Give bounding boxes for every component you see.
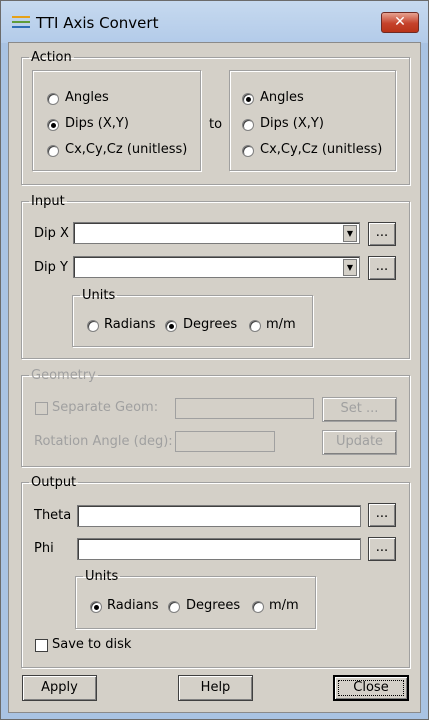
set-button[interactable]: Set ... [322,397,397,422]
save-to-disk-label[interactable]: Save to disk [52,637,131,652]
dip-x-browse-button[interactable]: ... [368,222,396,246]
input-degrees-radio[interactable] [165,320,177,332]
phi-field[interactable] [77,538,361,560]
dip-y-browse-button[interactable]: ... [368,256,396,280]
to-label: to [209,117,223,132]
input-radians-radio[interactable] [87,320,99,332]
geometry-legend: Geometry [31,368,96,383]
output-mm-radio[interactable] [252,601,264,613]
window-title: TTI Axis Convert [36,14,159,32]
separate-geom-field[interactable] [175,398,314,419]
help-button[interactable]: Help [178,675,253,701]
dip-y-label: Dip Y [34,260,68,275]
theta-browse-button[interactable]: ... [368,503,396,527]
dip-x-combobox[interactable]: ▼ [73,222,360,244]
output-radians-label[interactable]: Radians [107,598,159,613]
chevron-down-icon[interactable]: ▼ [343,259,357,276]
input-units-legend: Units [82,288,116,303]
output-mm-label[interactable]: m/m [269,598,299,613]
phi-browse-button[interactable]: ... [368,537,396,561]
output-legend: Output [31,475,77,490]
theta-label: Theta [34,508,72,523]
title-bar[interactable]: TTI Axis Convert ✕ [1,1,428,43]
rotation-angle-field[interactable] [175,431,275,452]
output-radians-radio[interactable] [90,601,102,613]
rotation-angle-label: Rotation Angle (deg): [34,434,173,449]
to-angles-label[interactable]: Angles [260,90,304,105]
separate-geom-checkbox[interactable] [35,402,48,415]
action-legend: Action [31,50,72,65]
from-dips-radio[interactable] [47,119,59,131]
to-dips-label[interactable]: Dips (X,Y) [260,116,324,131]
output-degrees-radio[interactable] [168,601,180,613]
from-angles-label[interactable]: Angles [65,90,109,105]
chevron-down-icon[interactable]: ▼ [343,225,357,242]
app-icon [12,16,30,28]
from-cxcycz-label[interactable]: Cx,Cy,Cz (unitless) [65,142,187,157]
phi-label: Phi [34,541,54,556]
input-radians-label[interactable]: Radians [104,317,156,332]
from-angles-radio[interactable] [47,93,59,105]
separate-geom-label[interactable]: Separate Geom: [52,400,158,415]
input-degrees-label[interactable]: Degrees [183,317,237,332]
input-mm-radio[interactable] [249,320,261,332]
save-to-disk-checkbox[interactable] [35,639,48,652]
to-dips-radio[interactable] [242,119,254,131]
update-button[interactable]: Update [322,430,397,455]
apply-button[interactable]: Apply [22,675,97,701]
from-dips-label[interactable]: Dips (X,Y) [65,116,129,131]
close-button[interactable]: Close [333,675,409,701]
to-angles-radio[interactable] [242,93,254,105]
focus-rect [338,680,404,696]
to-cxcycz-label[interactable]: Cx,Cy,Cz (unitless) [260,142,382,157]
dip-y-combobox[interactable]: ▼ [73,256,360,278]
close-icon: ✕ [394,14,406,30]
input-legend: Input [31,194,65,209]
from-cxcycz-radio[interactable] [47,145,59,157]
dialog-window: TTI Axis Convert ✕ Action Angles Dips (X… [0,0,429,720]
input-mm-label[interactable]: m/m [266,317,296,332]
output-units-legend: Units [85,569,119,584]
dialog-client: Action Angles Dips (X,Y) Cx,Cy,Cz (unitl… [8,42,421,713]
dip-x-label: Dip X [34,226,69,241]
to-cxcycz-radio[interactable] [242,145,254,157]
window-close-button[interactable]: ✕ [381,12,419,33]
output-degrees-label[interactable]: Degrees [186,598,240,613]
theta-field[interactable] [77,505,361,527]
